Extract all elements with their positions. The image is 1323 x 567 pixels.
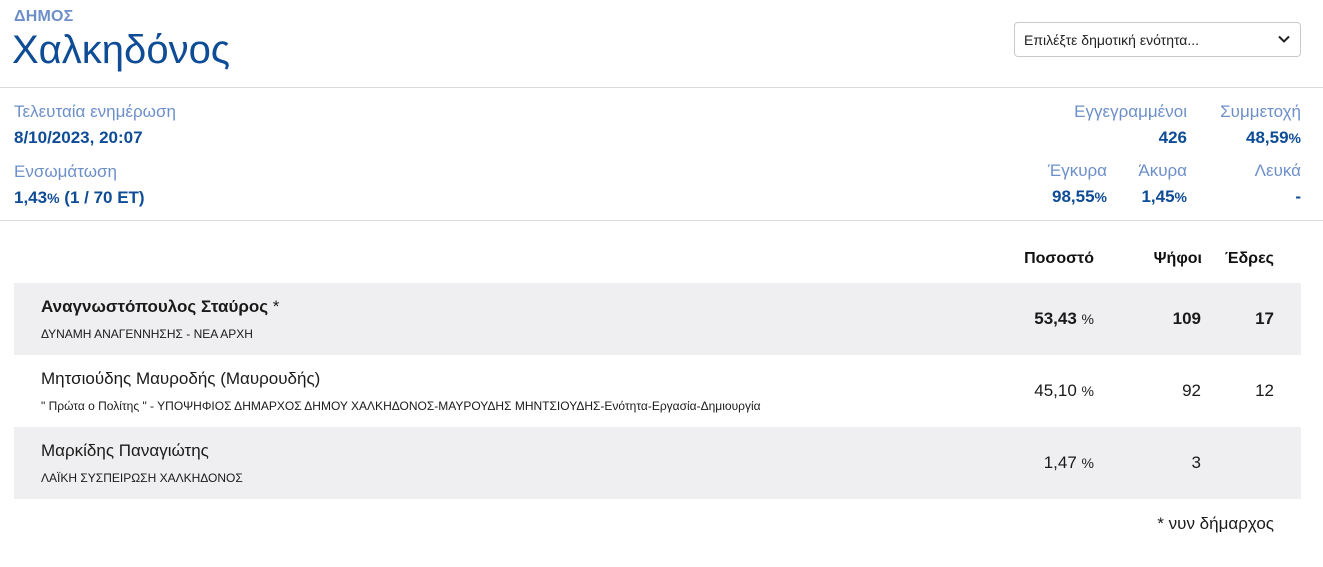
votes-value: 109: [1172, 309, 1201, 328]
chevron-down-icon: [1278, 35, 1290, 43]
page-title: Χαλκηδόνος: [12, 28, 231, 72]
votes-value: 92: [1182, 381, 1201, 400]
percent-unit: %: [1081, 455, 1094, 471]
percent-value: 45,10 %: [1034, 381, 1094, 401]
percent-number: 1,47: [1043, 453, 1077, 472]
blank-label: Λευκά: [1254, 161, 1301, 180]
col-header-votes: Ψήφοι: [1153, 250, 1202, 267]
registered-label: Εγγεγραμμένοι: [1074, 102, 1187, 121]
table-row: Μαρκίδης Παναγιώτης ΛΑΪΚΗ ΣΥΣΠΕΙΡΩΣΗ ΧΑΛ…: [14, 427, 1301, 499]
incumbent-footnote: * νυν δήμαρχος: [1157, 514, 1274, 533]
last-update-label: Τελευταία ενημέρωση: [14, 102, 176, 121]
percent-number: 53,43: [1034, 309, 1077, 328]
candidate-name-text: Μαρκίδης Παναγιώτης: [41, 441, 209, 460]
integration-pct: 1,43: [14, 188, 48, 207]
col-header-percent: Ποσοστό: [1024, 250, 1094, 267]
percent-number: 45,10: [1034, 381, 1077, 400]
integration-label: Ενσωμάτωση: [14, 162, 117, 181]
valid-value: 98,55%: [1052, 187, 1107, 207]
last-update-value: 8/10/2023, 20:07: [14, 128, 143, 147]
turnout-number: 48,59: [1246, 128, 1289, 147]
integration-detail: (1 / 70 ΕΤ): [64, 188, 145, 207]
registered-value: 426: [1158, 128, 1187, 147]
turnout-unit: %: [1288, 130, 1301, 146]
blank-value: -: [1295, 187, 1301, 206]
percent-unit: %: [1081, 311, 1094, 327]
integration-pct-unit: %: [47, 190, 60, 206]
candidate-name: Αναγνωστόπουλος Σταύρος *: [41, 297, 279, 317]
page-header: ΔΗΜΟΣ Χαλκηδόνος Επιλέξτε δημοτική ενότη…: [0, 0, 1323, 88]
valid-number: 98,55: [1052, 187, 1095, 206]
party-name: ΔΥΝΑΜΗ ΑΝΑΓΕΝΝΗΣΗΣ - ΝΕΑ ΑΡΧΗ: [41, 327, 253, 341]
stats-panel: Τελευταία ενημέρωση 8/10/2023, 20:07 Ενσ…: [0, 88, 1323, 221]
incumbent-marker: *: [268, 297, 280, 316]
valid-label: Έγκυρα: [1047, 161, 1107, 180]
table-row: Μητσιούδης Μαυροδής (Μαυρουδής) " Πρώτα …: [14, 355, 1301, 427]
votes-value: 3: [1191, 453, 1201, 472]
seats-value: 12: [1255, 381, 1274, 400]
candidate-name-text: Αναγνωστόπουλος Σταύρος: [41, 297, 269, 316]
invalid-number: 1,45: [1141, 187, 1175, 206]
municipal-unit-select[interactable]: Επιλέξτε δημοτική ενότητα...: [1014, 22, 1301, 57]
party-name: ΛΑΪΚΗ ΣΥΣΠΕΙΡΩΣΗ ΧΑΛΚΗΔΟΝΟΣ: [41, 471, 243, 485]
valid-unit: %: [1094, 189, 1107, 205]
party-name: " Πρώτα ο Πολίτης " - ΥΠΟΨΗΦΙΟΣ ΔΗΜΑΡΧΟΣ…: [41, 399, 761, 413]
percent-value: 1,47 %: [1044, 453, 1094, 473]
seats-value: 17: [1255, 309, 1274, 328]
candidate-name: Μαρκίδης Παναγιώτης: [41, 441, 209, 461]
select-value: Επιλέξτε δημοτική ενότητα...: [1024, 32, 1200, 48]
integration-value: 1,43% (1 / 70 ΕΤ): [14, 188, 145, 208]
candidate-name: Μητσιούδης Μαυροδής (Μαυρουδής): [41, 369, 320, 389]
municipality-kind: ΔΗΜΟΣ: [14, 8, 74, 25]
percent-unit: %: [1081, 383, 1094, 399]
candidate-name-text: Μητσιούδης Μαυροδής (Μαυρουδής): [41, 369, 321, 388]
invalid-value: 1,45%: [1141, 187, 1187, 207]
col-header-seats: Έδρες: [1224, 250, 1274, 267]
invalid-unit: %: [1174, 189, 1187, 205]
table-row: Αναγνωστόπουλος Σταύρος * ΔΥΝΑΜΗ ΑΝΑΓΕΝΝ…: [14, 283, 1301, 355]
turnout-label: Συμμετοχή: [1220, 102, 1301, 121]
turnout-value: 48,59%: [1246, 128, 1301, 148]
percent-value: 53,43 %: [1034, 309, 1094, 329]
invalid-label: Άκυρα: [1138, 161, 1187, 180]
